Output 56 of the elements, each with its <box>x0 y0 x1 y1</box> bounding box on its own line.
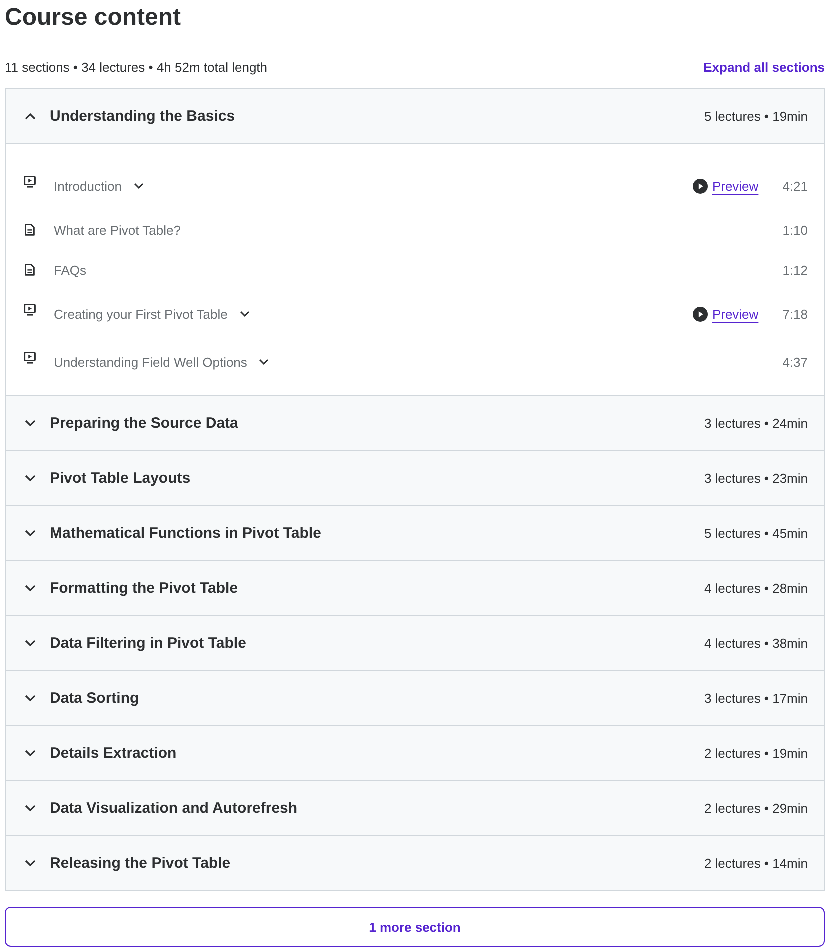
section-title: Details Extraction <box>50 744 177 762</box>
section-title: Preparing the Source Data <box>50 414 238 432</box>
lecture-duration: 1:12 <box>782 262 808 278</box>
more-sections-button[interactable]: 1 more section <box>5 907 825 947</box>
section-title: Data Sorting <box>50 690 140 706</box>
lecture-title: Introduction <box>54 178 122 194</box>
preview-link[interactable]: Preview <box>693 178 759 194</box>
section-header[interactable]: Details Extraction 2 lectures • 19min <box>6 725 824 780</box>
expand-all-link[interactable]: Expand all sections <box>704 60 825 74</box>
lecture-duration: 4:37 <box>782 354 808 370</box>
section-header[interactable]: Formatting the Pivot Table 4 lectures • 28min <box>6 560 824 615</box>
section-header[interactable]: Data Visualization and Autorefresh 2 lectures • 29min <box>6 780 824 835</box>
section-title: Understanding the Basics <box>50 108 236 124</box>
preview-link[interactable]: Preview <box>693 306 759 322</box>
chevron-icon[interactable] <box>240 311 250 317</box>
section-title: Mathematical Functions in Pivot Table <box>50 524 322 542</box>
section-title: Pivot Table Layouts <box>50 470 191 486</box>
section-lecture-count: 3 lectures • 17min <box>704 690 808 706</box>
section-header[interactable]: Releasing the Pivot Table 2 lectures • 14min <box>6 835 824 890</box>
section-title: Data Visualization and Autorefresh <box>50 800 298 816</box>
lecture-duration: 4:21 <box>782 178 808 194</box>
section-header[interactable]: Understanding the Basics 5 lectures • 19min <box>6 89 824 143</box>
section-lecture-count: 2 lectures • 14min <box>704 856 808 870</box>
section-title: Releasing the Pivot Table <box>50 854 231 872</box>
section-lecture-count: 3 lectures • 23min <box>704 470 808 486</box>
play-icon <box>693 178 708 194</box>
section-lecture-count: 2 lectures • 19min <box>704 746 808 760</box>
lecture-title: Creating your First Pivot Table <box>54 306 228 322</box>
section-lecture-count: 5 lectures • 19min <box>704 108 808 124</box>
document-icon <box>24 224 36 236</box>
video-icon <box>24 176 36 188</box>
document-icon <box>24 264 36 276</box>
section-lecture-count: 3 lectures • 24min <box>704 416 808 430</box>
section-title: Formatting the Pivot Table <box>50 580 238 596</box>
play-icon <box>693 306 708 322</box>
section-header[interactable]: Pivot Table Layouts 3 lectures • 23min <box>6 450 824 505</box>
chevron-icon[interactable] <box>134 183 144 189</box>
lecture-duration: 7:18 <box>782 306 808 322</box>
section-header[interactable]: Mathematical Functions in Pivot Table 5 lectures • 45min <box>6 505 824 560</box>
video-icon <box>24 304 36 316</box>
chevron-icon[interactable] <box>259 359 270 365</box>
section-lecture-count: 4 lectures • 38min <box>704 636 808 650</box>
section-lecture-count: 5 lectures • 45min <box>704 526 808 540</box>
section-header[interactable]: Data Sorting 3 lectures • 17min <box>6 670 824 725</box>
lecture-title: What are Pivot Table? <box>54 222 181 238</box>
section-lecture-count: 2 lectures • 29min <box>704 800 808 816</box>
section-header[interactable]: Data Filtering in Pivot Table 4 lectures • 38min <box>6 615 824 670</box>
course-summary: 11 sections • 34 lectures • 4h 52m total length <box>5 60 268 74</box>
lecture-duration: 1:10 <box>782 222 808 238</box>
page-title: Course content <box>5 3 182 33</box>
section-header[interactable]: Preparing the Source Data 3 lectures • 24min <box>6 395 824 450</box>
lecture-title: FAQs <box>54 262 87 278</box>
video-icon <box>24 352 36 364</box>
lecture-title: Understanding Field Well Options <box>54 354 248 370</box>
section-lecture-count: 4 lectures • 28min <box>704 580 808 596</box>
section-title: Data Filtering in Pivot Table <box>50 634 246 652</box>
